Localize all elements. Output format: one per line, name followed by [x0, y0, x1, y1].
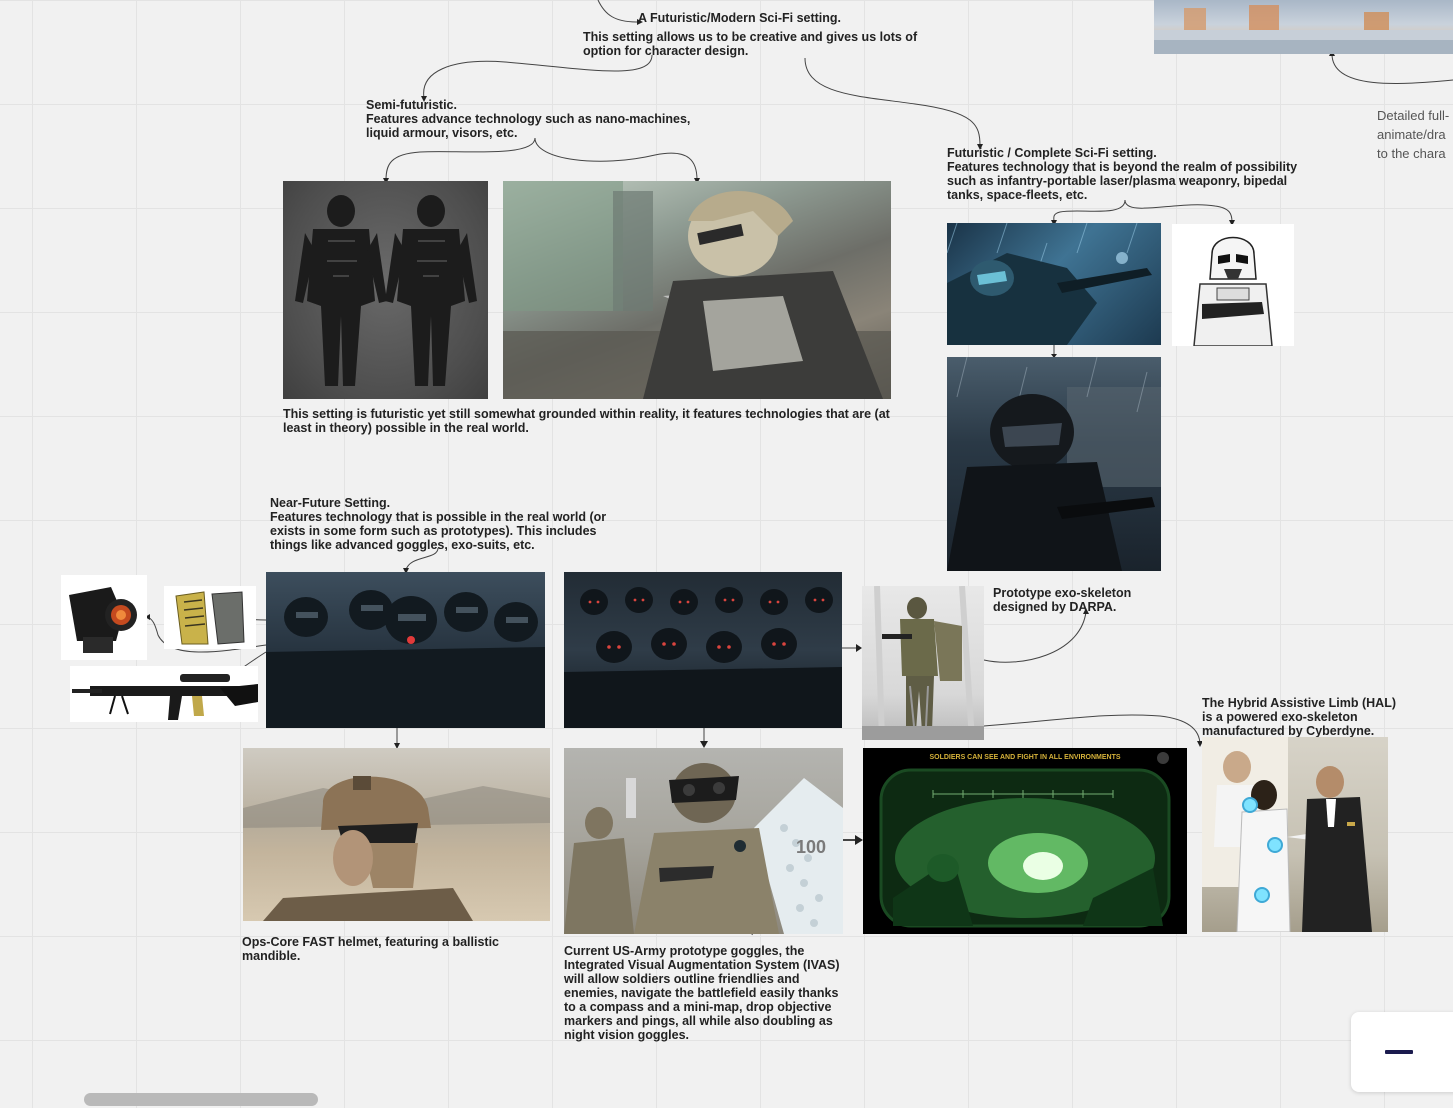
cityscape-illustration	[1154, 5, 1453, 54]
armored-soldier-illustration	[947, 223, 1152, 345]
note-semi-futuristic[interactable]: Semi-futuristic. Features advance techno…	[366, 98, 690, 140]
horizontal-scrollbar[interactable]	[84, 1093, 318, 1106]
rifle-illustration	[72, 674, 258, 720]
image-dark-armored-soldier[interactable]	[947, 357, 1161, 571]
image-spartan-action[interactable]	[947, 223, 1161, 345]
image-cyborg-swordsman[interactable]	[503, 181, 891, 399]
note-hal[interactable]: The Hybrid Assistive Limb (HAL) is a pow…	[1202, 696, 1396, 738]
zoom-control-panel	[1351, 1012, 1453, 1092]
note-right-cutoff[interactable]: Detailed full- animate/dra to the chara	[1377, 106, 1453, 163]
exoskeleton-handshake-illustration	[1202, 737, 1372, 932]
note-darpa[interactable]: Prototype exo-skeleton designed by DARPA…	[993, 586, 1131, 614]
note-complete-scifi[interactable]: Futuristic / Complete Sci-Fi setting. Fe…	[947, 146, 1297, 202]
image-soldier-squad-two[interactable]	[564, 572, 842, 728]
cyborg-illustration	[503, 181, 891, 399]
squad-illustration	[564, 587, 842, 728]
wall-number: 100	[796, 837, 826, 857]
note-top-title[interactable]: A Futuristic/Modern Sci-Fi setting.	[638, 11, 841, 25]
note-top-description[interactable]: This setting allows us to be creative an…	[583, 30, 917, 58]
image-hal-exoskeleton[interactable]	[1202, 737, 1388, 932]
image-soldier-squad-one[interactable]	[266, 572, 545, 728]
image-darpa-exoskeleton[interactable]	[862, 586, 984, 740]
optic-illustration	[69, 587, 137, 653]
image-sniper-rifle[interactable]	[70, 666, 258, 722]
armored-figures-illustration	[295, 195, 477, 386]
image-white-armored-trooper[interactable]	[1172, 224, 1294, 346]
image-ivas-goggles-soldier[interactable]: 100	[564, 748, 843, 934]
magazine-illustration	[175, 591, 245, 645]
image-rifle-magazines[interactable]	[164, 586, 256, 649]
helmeted-soldier-illustration	[947, 357, 1161, 571]
image-top-right-scene[interactable]	[1154, 0, 1453, 54]
image-fast-helmet-soldier[interactable]	[243, 748, 550, 921]
squad-illustration	[266, 590, 545, 728]
image-nanosuit-turnaround[interactable]	[283, 181, 488, 399]
soldier-with-goggles-illustration: 100	[564, 763, 843, 934]
note-fast-helmet[interactable]: Ops-Core FAST helmet, featuring a ballis…	[242, 935, 499, 963]
night-vision-banner: SOLDIERS CAN SEE AND FIGHT IN ALL ENVIRO…	[929, 754, 1120, 761]
helmeted-soldier-illustration	[243, 776, 550, 921]
exoskeleton-soldier-illustration	[862, 586, 984, 740]
note-semi-caption[interactable]: This setting is futuristic yet still som…	[283, 407, 890, 435]
note-ivas[interactable]: Current US-Army prototype goggles, the I…	[564, 944, 840, 1042]
image-night-vision-display[interactable]: SOLDIERS CAN SEE AND FIGHT IN ALL ENVIRO…	[863, 748, 1187, 934]
zoom-out-icon[interactable]	[1385, 1050, 1413, 1054]
image-red-dot-sight[interactable]	[61, 575, 147, 660]
trooper-illustration	[1193, 236, 1273, 346]
night-vision-illustration: SOLDIERS CAN SEE AND FIGHT IN ALL ENVIRO…	[879, 752, 1171, 928]
note-near-future[interactable]: Near-Future Setting. Features technology…	[270, 496, 606, 552]
